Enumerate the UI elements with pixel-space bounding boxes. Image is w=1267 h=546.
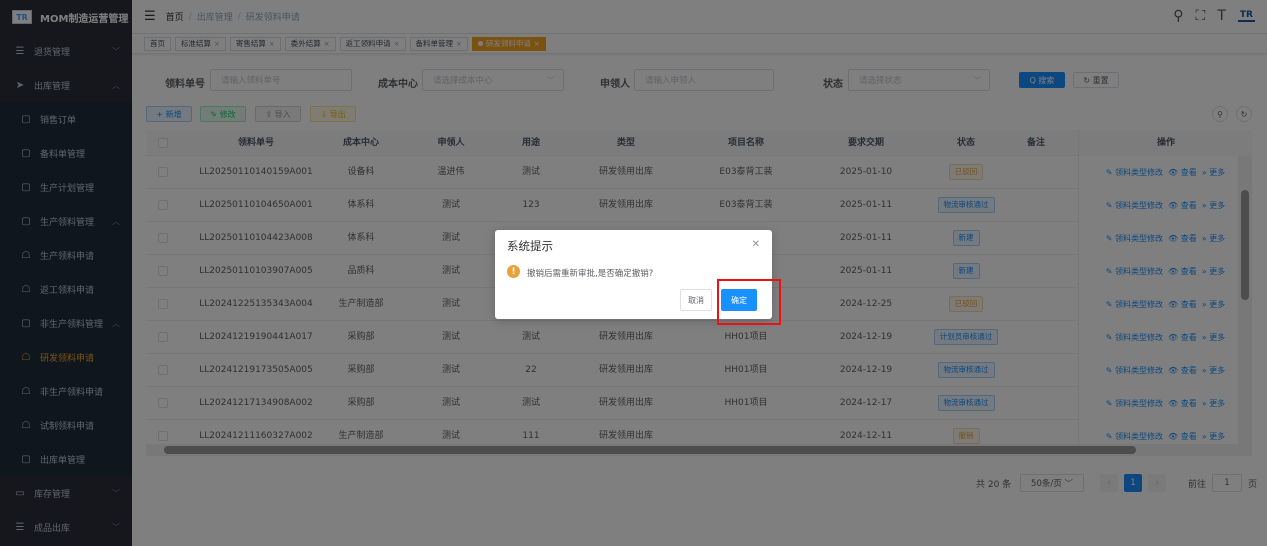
close-icon[interactable]: ✕: [752, 239, 760, 250]
dialog-message: 撤销后需重新审批,是否确定撤销?: [527, 269, 654, 279]
cancel-button[interactable]: 取消: [680, 289, 712, 311]
warning-icon: !: [507, 265, 520, 278]
confirm-dialog: 系统提示 ✕ ! 撤销后需重新审批,是否确定撤销? 取消 确定: [495, 230, 772, 319]
confirm-button[interactable]: 确定: [721, 289, 757, 311]
dialog-title: 系统提示: [507, 239, 553, 253]
